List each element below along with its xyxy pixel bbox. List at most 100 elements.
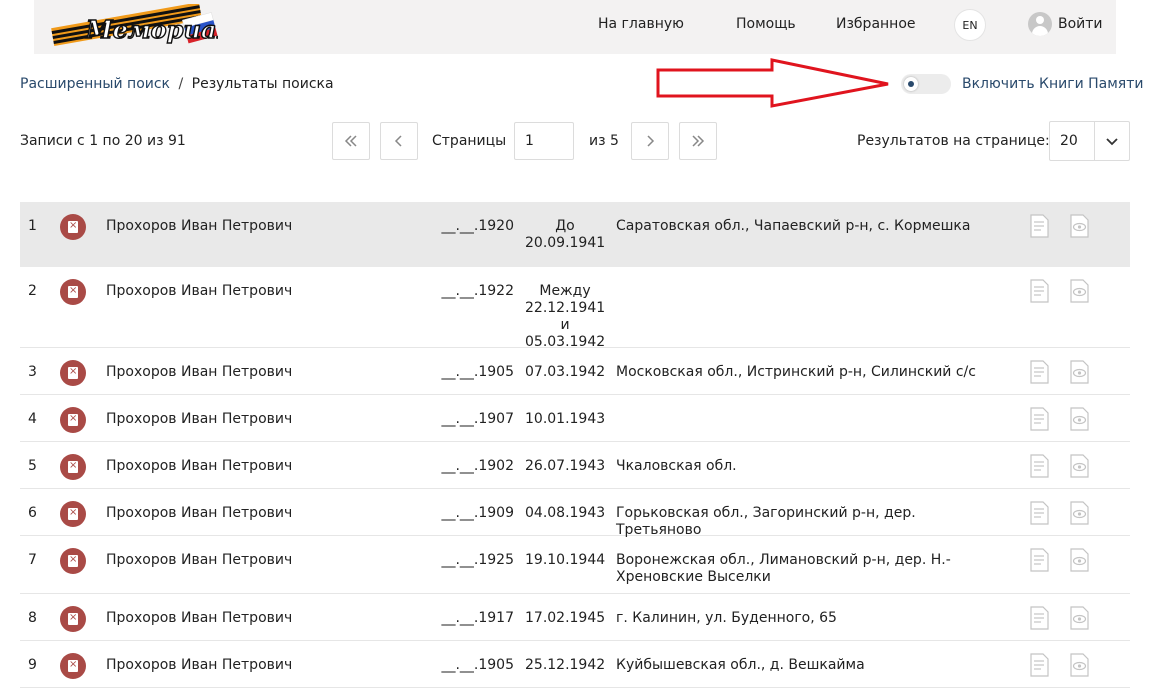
red-arrow-annotation <box>656 58 889 108</box>
place: Саратовская обл., Чапаевский р-н, с. Кор… <box>616 218 971 234</box>
place: Горьковская обл., Загоринский р-н, дер. … <box>616 505 916 538</box>
document-icon[interactable] <box>1028 214 1050 238</box>
killed-status-icon <box>60 407 86 433</box>
result-row[interactable]: 8 Прохоров Иван Петрович __.__.1917 17.02.1… <box>20 594 1130 641</box>
birth-date: __.__.1925 <box>441 552 514 568</box>
pages-label: Страницы <box>432 133 507 149</box>
eye-icon[interactable] <box>1068 653 1090 677</box>
killed-status-icon <box>60 360 86 386</box>
eye-icon[interactable] <box>1068 501 1090 525</box>
death-date: 07.03.1942 <box>525 364 606 380</box>
death-date: 17.02.1945 <box>525 610 606 626</box>
death-date: До 20.09.1941 <box>525 218 606 251</box>
person-name[interactable]: Прохоров Иван Петрович <box>106 364 292 381</box>
chevron-left-icon <box>394 135 402 147</box>
birth-date: __.__.1907 <box>441 411 514 427</box>
page-number-input[interactable] <box>514 122 574 160</box>
document-icon[interactable] <box>1028 407 1050 431</box>
memory-books-toggle[interactable] <box>901 74 951 94</box>
death-date: 19.10.1944 <box>525 552 606 568</box>
next-page-button[interactable] <box>631 122 669 160</box>
chevron-down-icon <box>1106 138 1118 146</box>
death-date: Между 22.12.1941 и 05.03.1942 <box>525 283 606 350</box>
document-icon[interactable] <box>1028 279 1050 303</box>
person-name[interactable]: Прохоров Иван Петрович <box>106 505 292 522</box>
death-date: 26.07.1943 <box>525 458 606 474</box>
breadcrumb-separator: / <box>178 76 184 92</box>
login-label: Войти <box>1058 16 1103 32</box>
document-icon[interactable] <box>1028 548 1050 572</box>
result-row[interactable]: 9 Прохоров Иван Петрович __.__.1905 25.12.1… <box>20 641 1130 688</box>
last-page-button[interactable] <box>679 122 717 160</box>
per-page-select[interactable]: 20 <box>1049 121 1130 161</box>
user-icon <box>1028 12 1052 36</box>
person-name[interactable]: Прохоров Иван Петрович <box>106 411 292 428</box>
document-icon[interactable] <box>1028 454 1050 478</box>
person-name[interactable]: Прохоров Иван Петрович <box>106 552 292 569</box>
document-icon[interactable] <box>1028 360 1050 384</box>
eye-icon[interactable] <box>1068 454 1090 478</box>
total-pages-label: из 5 <box>589 133 619 149</box>
death-date: 25.12.1942 <box>525 657 606 673</box>
eye-icon[interactable] <box>1068 360 1090 384</box>
first-page-button[interactable] <box>332 122 370 160</box>
person-name[interactable]: Прохоров Иван Петрович <box>106 657 292 674</box>
person-name[interactable]: Прохоров Иван Петрович <box>106 610 292 627</box>
row-number: 3 <box>28 364 37 380</box>
place: Воронежская обл., Лимановский р-н, дер. … <box>616 552 951 585</box>
result-row[interactable]: 7 Прохоров Иван Петрович __.__.1925 19.10.1… <box>20 536 1130 594</box>
language-switch-button[interactable]: EN <box>954 9 986 41</box>
document-icon[interactable] <box>1028 606 1050 630</box>
person-name[interactable]: Прохоров Иван Петрович <box>106 458 292 475</box>
killed-status-icon <box>60 279 86 305</box>
prev-page-button[interactable] <box>380 122 418 160</box>
toggle-knob <box>904 77 918 91</box>
killed-status-icon <box>60 653 86 679</box>
row-number: 8 <box>28 610 37 626</box>
eye-icon[interactable] <box>1068 606 1090 630</box>
killed-status-icon <box>60 606 86 632</box>
result-row[interactable]: 2 Прохоров Иван Петрович __.__.1922 Между 2… <box>20 267 1130 350</box>
result-row[interactable]: 6 Прохоров Иван Петрович __.__.1909 04.08.1… <box>20 489 1130 538</box>
result-row[interactable]: 4 Прохоров Иван Петрович __.__.1907 10.01.1… <box>20 395 1130 442</box>
place: г. Калинин, ул. Буденного, 65 <box>616 610 837 626</box>
document-icon[interactable] <box>1028 653 1050 677</box>
birth-date: __.__.1922 <box>441 283 514 299</box>
nav-favorites[interactable]: Избранное <box>836 16 916 32</box>
eye-icon[interactable] <box>1068 548 1090 572</box>
memorial-logo[interactable]: Мемориал <box>50 4 218 50</box>
breadcrumb-advanced-search[interactable]: Расширенный поиск <box>20 76 170 92</box>
place: Чкаловская обл. <box>616 458 737 474</box>
row-number: 7 <box>28 552 37 568</box>
row-number: 6 <box>28 505 37 521</box>
nav-help[interactable]: Помощь <box>736 16 796 32</box>
death-date: 10.01.1943 <box>525 411 606 427</box>
records-info: Записи с 1 по 20 из 91 <box>20 133 186 149</box>
person-name[interactable]: Прохоров Иван Петрович <box>106 218 292 235</box>
birth-date: __.__.1909 <box>441 505 514 521</box>
row-number: 2 <box>28 283 37 299</box>
killed-status-icon <box>60 214 86 240</box>
nav-home[interactable]: На главную <box>598 16 684 32</box>
row-number: 1 <box>28 218 37 234</box>
row-number: 4 <box>28 411 37 427</box>
eye-icon[interactable] <box>1068 407 1090 431</box>
site-header: Мемориал На главную Помощь Избранное EN … <box>34 0 1116 54</box>
row-number: 9 <box>28 657 37 673</box>
birth-date: __.__.1905 <box>441 657 514 673</box>
per-page-label: Результатов на странице: <box>857 133 1050 149</box>
document-icon[interactable] <box>1028 501 1050 525</box>
result-row[interactable]: 1 Прохоров Иван Петрович __.__.1920 До 20.0… <box>20 202 1130 267</box>
result-row[interactable]: 5 Прохоров Иван Петрович __.__.1902 26.07.1… <box>20 442 1130 489</box>
place: Куйбышевская обл., д. Вешкайма <box>616 657 865 673</box>
birth-date: __.__.1905 <box>441 364 514 380</box>
eye-icon[interactable] <box>1068 279 1090 303</box>
memory-books-toggle-label[interactable]: Включить Книги Памяти <box>962 76 1143 92</box>
results-list: 1 Прохоров Иван Петрович __.__.1920 До 20.0… <box>20 202 1130 688</box>
birth-date: __.__.1917 <box>441 610 514 626</box>
person-name[interactable]: Прохоров Иван Петрович <box>106 283 292 300</box>
login-button[interactable]: Войти <box>1028 12 1103 36</box>
result-row[interactable]: 3 Прохоров Иван Петрович __.__.1905 07.03.1… <box>20 348 1130 395</box>
eye-icon[interactable] <box>1068 214 1090 238</box>
place: Московская обл., Истринский р-н, Силинск… <box>616 364 976 380</box>
